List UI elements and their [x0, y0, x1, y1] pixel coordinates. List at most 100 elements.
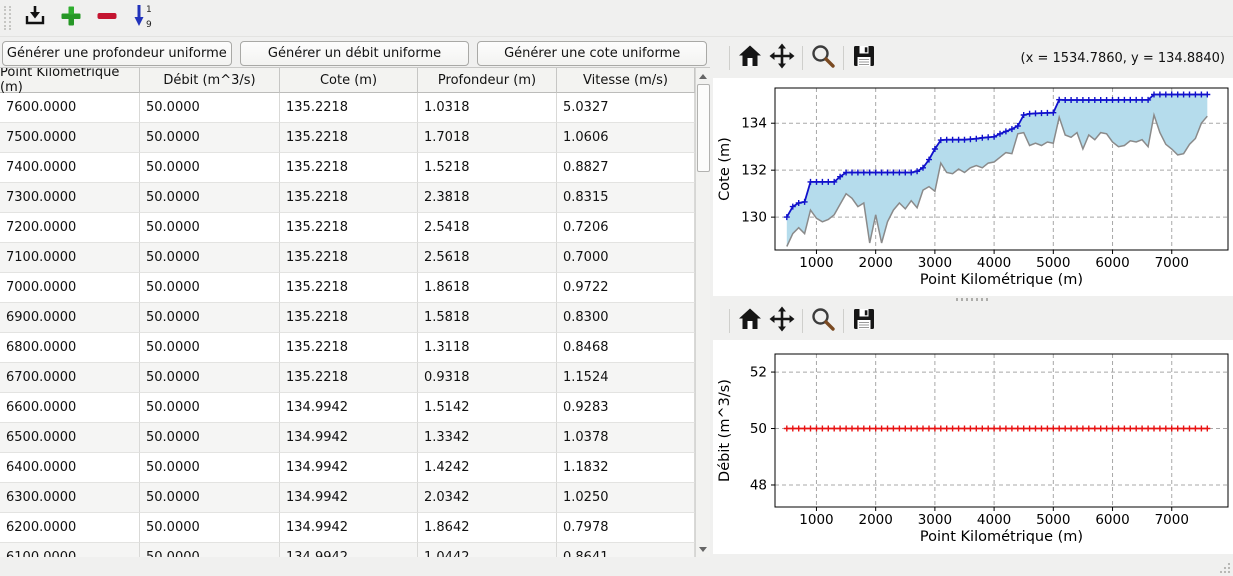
table-cell[interactable]: 6500.0000 [0, 423, 140, 453]
home-button[interactable] [734, 43, 766, 73]
table-cell[interactable]: 50.0000 [140, 543, 280, 557]
table-cell[interactable]: 7000.0000 [0, 273, 140, 303]
generate-uniform-level-button[interactable]: Générer une cote uniforme [477, 41, 707, 66]
table-cell[interactable]: 50.0000 [140, 93, 280, 123]
table-cell[interactable]: 6200.0000 [0, 513, 140, 543]
table-cell[interactable]: 0.8827 [557, 153, 695, 183]
table-row[interactable]: 6200.000050.0000134.99421.86420.7978 [0, 513, 710, 543]
zoom-button[interactable] [807, 306, 839, 336]
column-header[interactable]: Profondeur (m) [418, 68, 557, 93]
table-row[interactable]: 7500.000050.0000135.22181.70181.0606 [0, 123, 710, 153]
table-cell[interactable]: 50.0000 [140, 333, 280, 363]
column-header[interactable]: Cote (m) [280, 68, 418, 93]
table-cell[interactable]: 1.3342 [418, 423, 557, 453]
table-row[interactable]: 7300.000050.0000135.22182.38180.8315 [0, 183, 710, 213]
table-cell[interactable]: 7300.0000 [0, 183, 140, 213]
table-cell[interactable]: 135.2218 [280, 243, 418, 273]
column-header[interactable]: Vitesse (m/s) [557, 68, 695, 93]
column-header[interactable]: Débit (m^3/s) [140, 68, 280, 93]
table-cell[interactable]: 0.8468 [557, 333, 695, 363]
table-cell[interactable]: 134.9942 [280, 513, 418, 543]
table-cell[interactable]: 50.0000 [140, 423, 280, 453]
remove-row-button[interactable] [91, 3, 123, 33]
table-row[interactable]: 7100.000050.0000135.22182.56180.7000 [0, 243, 710, 273]
table-cell[interactable]: 6900.0000 [0, 303, 140, 333]
table-cell[interactable]: 6100.0000 [0, 543, 140, 557]
table-cell[interactable]: 0.9318 [418, 363, 557, 393]
scroll-up-button[interactable] [696, 69, 710, 84]
table-row[interactable]: 7400.000050.0000135.22181.52180.8827 [0, 153, 710, 183]
table-cell[interactable]: 0.9722 [557, 273, 695, 303]
table-cell[interactable]: 1.0378 [557, 423, 695, 453]
table-cell[interactable]: 50.0000 [140, 123, 280, 153]
table-cell[interactable]: 6600.0000 [0, 393, 140, 423]
scroll-down-button[interactable] [696, 542, 710, 557]
column-header[interactable]: Point Kilométrique (m) [0, 68, 140, 93]
table-cell[interactable]: 50.0000 [140, 303, 280, 333]
table-cell[interactable]: 50.0000 [140, 183, 280, 213]
table-cell[interactable]: 6400.0000 [0, 453, 140, 483]
window-resize-grip[interactable] [1220, 563, 1230, 573]
save-figure-button[interactable] [848, 306, 880, 336]
table-row[interactable]: 7600.000050.0000135.22181.03185.0327 [0, 93, 710, 123]
table-cell[interactable]: 135.2218 [280, 213, 418, 243]
table-row[interactable]: 6500.000050.0000134.99421.33421.0378 [0, 423, 710, 453]
table-cell[interactable]: 0.9283 [557, 393, 695, 423]
table-cell[interactable]: 1.0442 [418, 543, 557, 557]
table-cell[interactable]: 1.0318 [418, 93, 557, 123]
table-cell[interactable]: 1.1832 [557, 453, 695, 483]
debit-chart[interactable]: 1000200030004000500060007000485052Point … [713, 340, 1233, 554]
table-row[interactable]: 6700.000050.0000135.22180.93181.1524 [0, 363, 710, 393]
table-cell[interactable]: 50.0000 [140, 363, 280, 393]
table-row[interactable]: 6300.000050.0000134.99422.03421.0250 [0, 483, 710, 513]
table-cell[interactable]: 135.2218 [280, 153, 418, 183]
table-cell[interactable]: 135.2218 [280, 363, 418, 393]
table-cell[interactable]: 134.9942 [280, 483, 418, 513]
table-cell[interactable]: 50.0000 [140, 153, 280, 183]
table-cell[interactable]: 134.9942 [280, 423, 418, 453]
sort-rows-button[interactable]: 1 9 [127, 3, 159, 33]
export-button[interactable] [19, 3, 51, 33]
table-cell[interactable]: 7100.0000 [0, 243, 140, 273]
toolbar-grip[interactable] [4, 6, 11, 30]
table-cell[interactable]: 0.8300 [557, 303, 695, 333]
table-cell[interactable]: 6700.0000 [0, 363, 140, 393]
table-cell[interactable]: 134.9942 [280, 453, 418, 483]
table-cell[interactable]: 135.2218 [280, 183, 418, 213]
table-row[interactable]: 6600.000050.0000134.99421.51420.9283 [0, 393, 710, 423]
cote-chart[interactable]: 1000200030004000500060007000130132134Poi… [713, 78, 1233, 296]
pan-button[interactable] [766, 43, 798, 73]
table-cell[interactable]: 5.0327 [557, 93, 695, 123]
table-row[interactable]: 6800.000050.0000135.22181.31180.8468 [0, 333, 710, 363]
table-cell[interactable]: 2.5618 [418, 243, 557, 273]
table-cell[interactable]: 135.2218 [280, 123, 418, 153]
table-cell[interactable]: 135.2218 [280, 333, 418, 363]
table-cell[interactable]: 0.7206 [557, 213, 695, 243]
generate-uniform-depth-button[interactable]: Générer une profondeur uniforme [2, 41, 232, 66]
add-row-button[interactable] [55, 3, 87, 33]
scrollbar-thumb[interactable] [697, 84, 710, 172]
table-row[interactable]: 6900.000050.0000135.22181.58180.8300 [0, 303, 710, 333]
table-cell[interactable]: 1.1524 [557, 363, 695, 393]
table-cell[interactable]: 0.7978 [557, 513, 695, 543]
table-cell[interactable]: 2.3818 [418, 183, 557, 213]
table-cell[interactable]: 2.0342 [418, 483, 557, 513]
table-cell[interactable]: 1.4242 [418, 453, 557, 483]
table-cell[interactable]: 2.5418 [418, 213, 557, 243]
table-cell[interactable]: 1.8618 [418, 273, 557, 303]
table-cell[interactable]: 6300.0000 [0, 483, 140, 513]
table-cell[interactable]: 6800.0000 [0, 333, 140, 363]
table-row[interactable]: 7200.000050.0000135.22182.54180.7206 [0, 213, 710, 243]
table-row[interactable]: 6100.000050.0000134.99421.04420.8641 [0, 543, 710, 557]
table-cell[interactable]: 50.0000 [140, 483, 280, 513]
table-cell[interactable]: 50.0000 [140, 513, 280, 543]
table-cell[interactable]: 1.0606 [557, 123, 695, 153]
table-row[interactable]: 7000.000050.0000135.22181.86180.9722 [0, 273, 710, 303]
home-button[interactable] [734, 306, 766, 336]
table-cell[interactable]: 7500.0000 [0, 123, 140, 153]
table-cell[interactable]: 134.9942 [280, 543, 418, 557]
table-cell[interactable]: 135.2218 [280, 303, 418, 333]
table-cell[interactable]: 7200.0000 [0, 213, 140, 243]
table-cell[interactable]: 50.0000 [140, 213, 280, 243]
table-scrollbar[interactable] [695, 68, 710, 557]
